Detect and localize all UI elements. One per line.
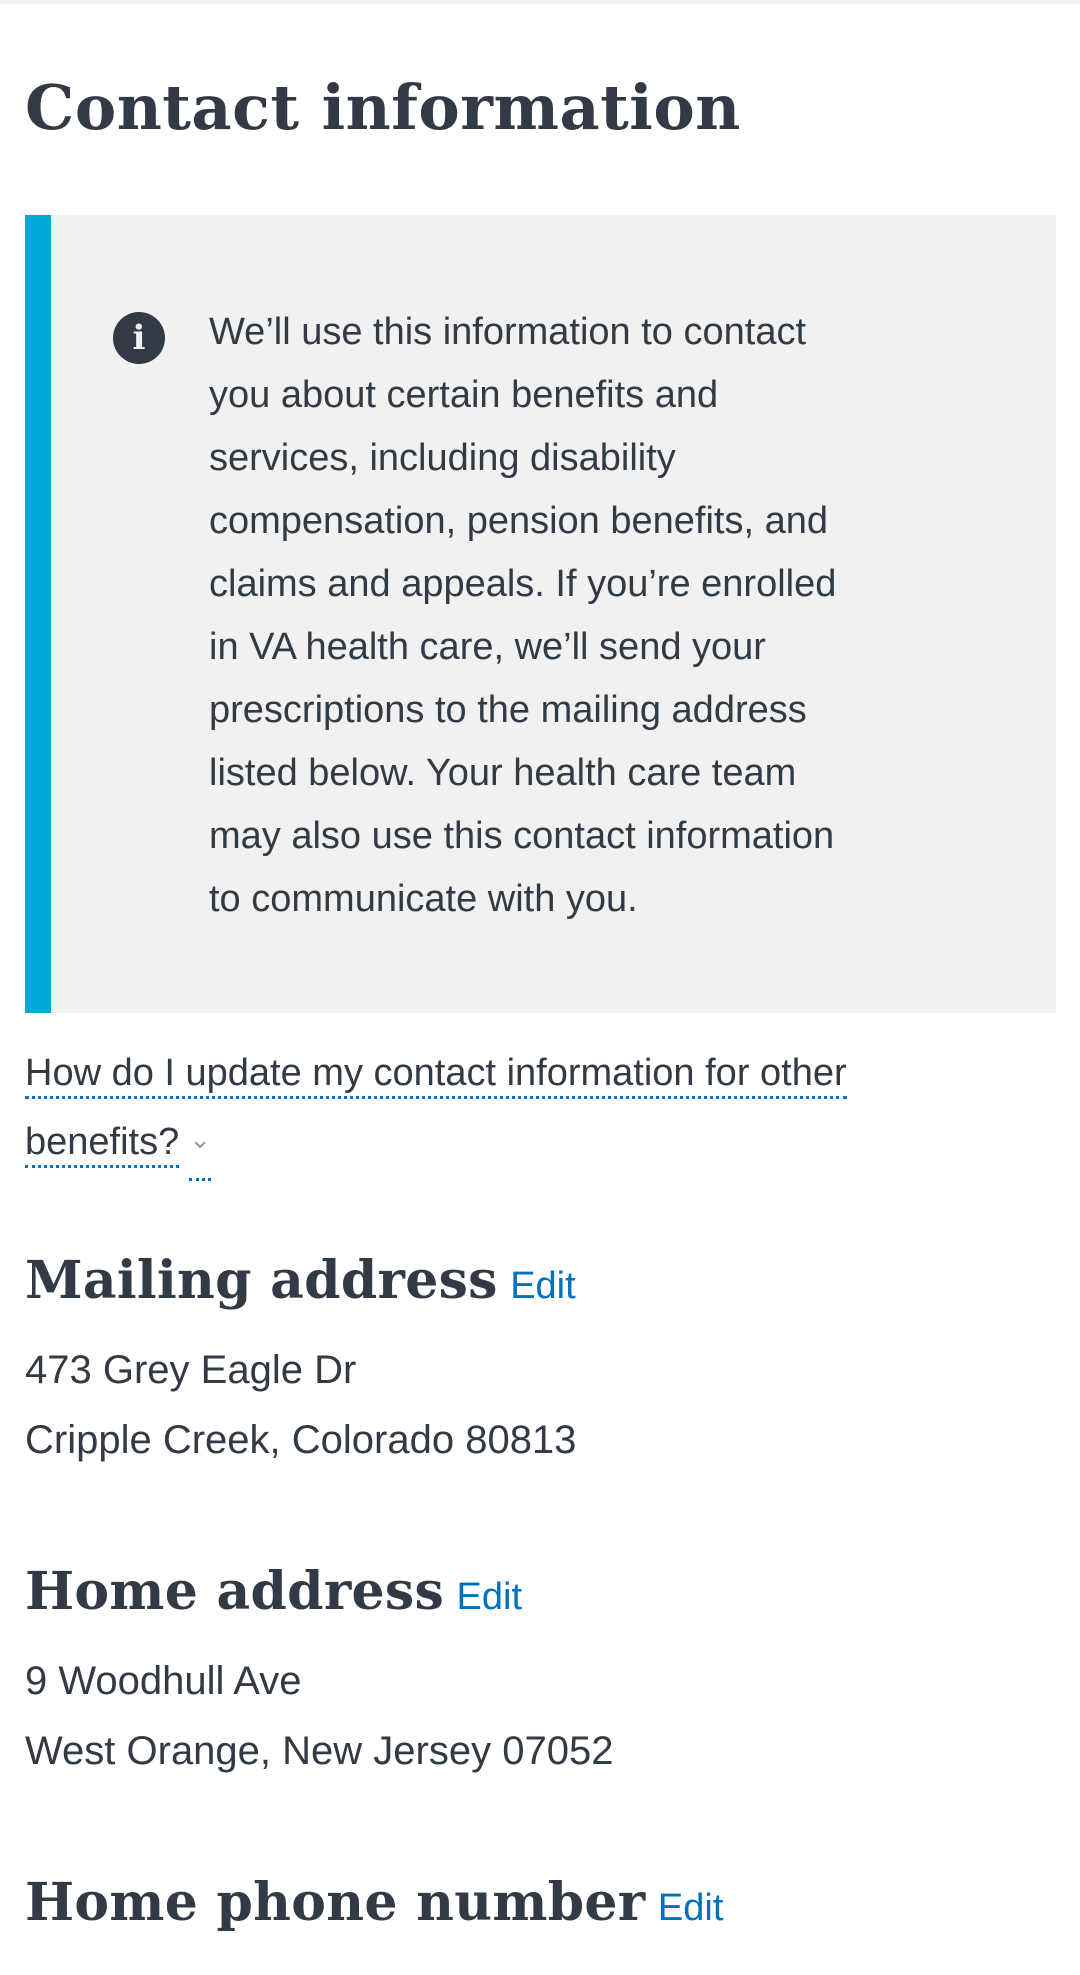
alert-line: you about certain benefits and bbox=[209, 374, 719, 416]
home-address-section: Home address Edit 9 Woodhull Ave West Or… bbox=[25, 1561, 1056, 1786]
address-line-1: 473 Grey Eagle Dr bbox=[25, 1348, 357, 1392]
mailing-address-value: 473 Grey Eagle Dr Cripple Creek, Colorad… bbox=[25, 1335, 1056, 1475]
home-address-value: 9 Woodhull Ave West Orange, New Jersey 0… bbox=[25, 1646, 1056, 1786]
home-phone-section: Home phone number Edit bbox=[25, 1872, 1056, 1933]
address-line-1: 9 Woodhull Ave bbox=[25, 1659, 302, 1703]
edit-home-address-link[interactable]: Edit bbox=[457, 1576, 522, 1618]
expander-text-line2[interactable]: benefits? bbox=[25, 1120, 180, 1168]
address-line-2: Cripple Creek, Colorado 80813 bbox=[25, 1418, 577, 1462]
update-contact-info-expander[interactable]: How do I update my contact information f… bbox=[25, 1040, 925, 1181]
alert-line: prescriptions to the mailing address bbox=[209, 689, 807, 731]
alert-line: compensation, pension benefits, and bbox=[209, 500, 828, 542]
home-address-heading: Home address bbox=[25, 1561, 445, 1622]
top-divider bbox=[0, 0, 1080, 4]
alert-text: We’ll use this information to contact yo… bbox=[209, 301, 909, 931]
edit-mailing-address-link[interactable]: Edit bbox=[510, 1265, 575, 1307]
alert-line: We’ll use this information to contact bbox=[209, 311, 807, 353]
alert-line: may also use this contact information bbox=[209, 815, 835, 857]
mailing-address-heading: Mailing address bbox=[25, 1250, 498, 1311]
info-icon: i bbox=[113, 312, 165, 364]
expander-text-line1[interactable]: How do I update my contact information f… bbox=[25, 1052, 847, 1099]
alert-line: to communicate with you. bbox=[209, 878, 638, 920]
home-phone-heading: Home phone number bbox=[25, 1872, 646, 1933]
alert-line: services, including disability bbox=[209, 437, 676, 479]
edit-home-phone-link[interactable]: Edit bbox=[658, 1887, 723, 1929]
alert-line: in VA health care, we’ll send your bbox=[209, 626, 766, 668]
alert-line: listed below. Your health care team bbox=[209, 752, 797, 794]
address-line-2: West Orange, New Jersey 07052 bbox=[25, 1729, 614, 1773]
alert-line: claims and appeals. If you’re enrolled bbox=[209, 563, 837, 605]
page-title: Contact information bbox=[25, 71, 741, 144]
chevron-down-icon[interactable]: ⌄ bbox=[189, 1106, 212, 1181]
mailing-address-section: Mailing address Edit 473 Grey Eagle Dr C… bbox=[25, 1250, 1056, 1475]
